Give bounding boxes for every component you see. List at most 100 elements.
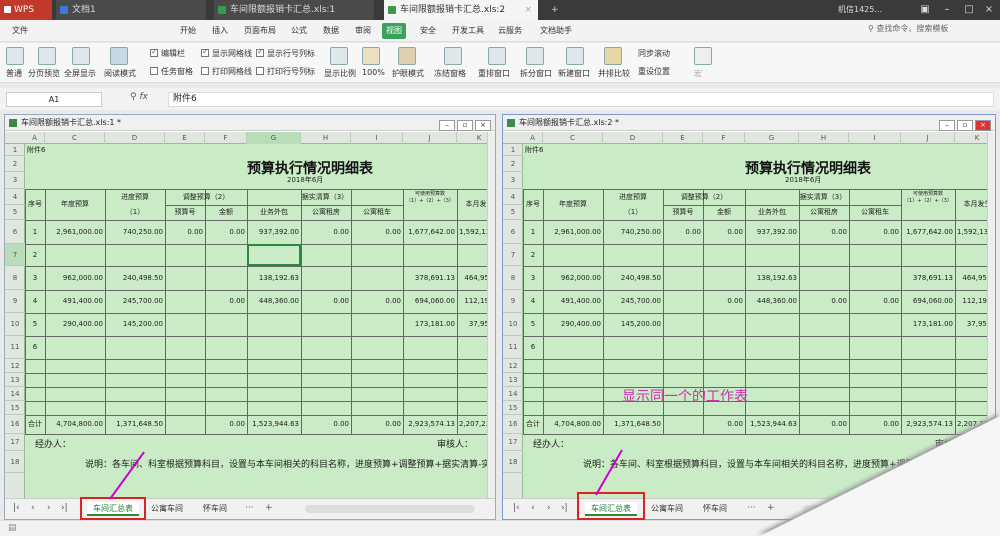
formula-input[interactable]: 附件6 [168, 92, 994, 107]
zoom-100-button[interactable]: 100% [362, 68, 385, 77]
cell: 694,060.00 [912, 297, 953, 305]
page-curl-decoration [760, 416, 1000, 536]
maximize-icon[interactable]: □ [958, 0, 980, 20]
cell: 据实清算（3） [799, 193, 847, 201]
menu-data[interactable]: 数据 [319, 23, 343, 39]
minimize-icon[interactable]: – [439, 120, 455, 131]
last-sheet-icon[interactable]: ›| [61, 503, 68, 513]
fx-label: fx [139, 92, 148, 102]
fullscreen-button[interactable]: 全屏显示 [64, 68, 96, 79]
task-pane-checkbox[interactable] [150, 67, 158, 75]
more-sheets-icon[interactable]: ··· [245, 503, 254, 513]
rearrange-icon[interactable] [488, 47, 506, 65]
fullscreen-icon[interactable] [72, 47, 90, 65]
normal-view-button[interactable]: 普通 [6, 68, 22, 79]
print-headers-label: 打印行号列标 [267, 67, 315, 76]
side-by-side-button[interactable]: 并排比较 [598, 68, 630, 79]
freeze-icon[interactable] [444, 47, 462, 65]
eye-mode-button[interactable]: 护眼模式 [392, 68, 424, 79]
normal-view-icon[interactable] [6, 47, 24, 65]
horizontal-scrollbar[interactable] [305, 505, 475, 513]
print-grid-checkbox[interactable] [201, 67, 209, 75]
table-rule [105, 189, 106, 434]
close-icon[interactable]: × [975, 120, 991, 131]
tab-document1[interactable]: 文档1 [56, 0, 206, 20]
column-header: A [523, 132, 543, 144]
spreadsheet-grid[interactable]: A C D E F G H I J K 1 2 3 4 5 6 7 8 9 10 11 12 13 14 15 16 17 18 附件6… [5, 132, 487, 499]
formula-bar: A1 ⚲ fx 附件6 [0, 88, 1000, 110]
tab-workbook-2[interactable]: 车间限额报销卡汇总.xls:2 × [384, 0, 538, 20]
restore-icon[interactable]: ▫ [457, 120, 473, 131]
tab-workbook-1[interactable]: 车间限额报销卡汇总.xls:1 [214, 0, 374, 20]
reading-mode-button[interactable]: 阅读模式 [104, 68, 136, 79]
sheet-tab-huai[interactable]: 怀车间 [697, 502, 733, 516]
cell: 2 [530, 251, 536, 259]
table-rule [523, 359, 987, 360]
zoom-ratio-button[interactable]: 显示比例 [324, 68, 356, 79]
restore-icon[interactable]: ▫ [957, 120, 973, 131]
eye-icon[interactable] [398, 47, 416, 65]
next-sheet-icon[interactable]: › [47, 503, 51, 513]
prev-sheet-icon[interactable]: ‹ [531, 503, 535, 513]
table-rule [25, 373, 487, 374]
sheet-tab-apartment[interactable]: 公寓车间 [145, 502, 189, 516]
menu-view[interactable]: 视图 [382, 23, 406, 39]
menu-page-layout[interactable]: 页面布局 [240, 23, 280, 39]
menu-file[interactable]: 文件 [8, 23, 32, 39]
search-command[interactable]: ⚲ 查找命令、搜索模板 [868, 23, 948, 34]
first-sheet-icon[interactable]: |‹ [513, 503, 520, 513]
add-sheet-icon[interactable]: + [265, 503, 273, 513]
split-button[interactable]: 拆分窗口 [520, 68, 552, 79]
fx-icon[interactable]: ⚲ fx [130, 92, 148, 102]
first-sheet-icon[interactable]: |‹ [13, 503, 20, 513]
last-sheet-icon[interactable]: ›| [561, 503, 568, 513]
menu-insert[interactable]: 插入 [208, 23, 232, 39]
reset-position-button[interactable]: 重设位置 [638, 66, 670, 77]
prev-sheet-icon[interactable]: ‹ [31, 503, 35, 513]
edit-bar-checkbox[interactable] [150, 47, 158, 57]
new-tab-button[interactable]: + [548, 0, 564, 20]
page-break-button[interactable]: 分页预览 [28, 68, 60, 79]
rearrange-button[interactable]: 重排窗口 [478, 68, 510, 79]
sync-scroll-button[interactable]: 同步滚动 [638, 48, 670, 59]
menu-developer[interactable]: 开发工具 [448, 23, 488, 39]
close-icon[interactable]: × [524, 0, 532, 20]
zoom-100-icon[interactable] [362, 47, 380, 65]
close-icon[interactable]: × [475, 120, 491, 131]
show-grid-checkbox[interactable] [201, 47, 209, 57]
zoom-ratio-icon[interactable] [330, 47, 348, 65]
show-headers-checkbox[interactable] [256, 47, 264, 57]
page-break-icon[interactable] [38, 47, 56, 65]
print-headers-checkbox[interactable] [256, 67, 264, 75]
macro-button[interactable]: 宏 [694, 68, 702, 79]
sheet-tab-huai[interactable]: 怀车间 [197, 502, 233, 516]
menu-review[interactable]: 审阅 [351, 23, 375, 39]
vertical-scrollbar[interactable] [487, 132, 495, 499]
menu-home[interactable]: 开始 [176, 23, 200, 39]
menu-security[interactable]: 安全 [416, 23, 440, 39]
menu-assistant[interactable]: 文档助手 [536, 23, 576, 39]
name-box[interactable]: A1 [6, 92, 102, 107]
cell: 464,950.2 [962, 274, 987, 282]
reading-mode-icon[interactable] [110, 47, 128, 65]
side-by-side-icon[interactable] [604, 47, 622, 65]
minimize-icon[interactable]: – [936, 0, 958, 20]
next-sheet-icon[interactable]: › [547, 503, 551, 513]
cell: 2,207,231.5 [459, 420, 487, 428]
minimize-icon[interactable]: – [939, 120, 955, 131]
new-window-button[interactable]: 新建窗口 [558, 68, 590, 79]
row-header: 13 [503, 373, 523, 387]
macro-icon[interactable] [694, 47, 712, 65]
user-name[interactable]: 机信1425... [838, 0, 882, 20]
freeze-button[interactable]: 冻结窗格 [434, 68, 466, 79]
new-window-icon[interactable] [566, 47, 584, 65]
split-icon[interactable] [526, 47, 544, 65]
menu-cloud[interactable]: 云服务 [494, 23, 526, 39]
menu-formula[interactable]: 公式 [287, 23, 311, 39]
skin-icon[interactable]: ▣ [914, 0, 936, 20]
wps-menu-button[interactable]: WPS [0, 0, 52, 20]
cell: 138,192.63 [258, 274, 299, 282]
sheet-tab-apartment[interactable]: 公寓车间 [645, 502, 689, 516]
close-window-icon[interactable]: × [978, 0, 1000, 20]
more-sheets-icon[interactable]: ··· [747, 503, 756, 513]
